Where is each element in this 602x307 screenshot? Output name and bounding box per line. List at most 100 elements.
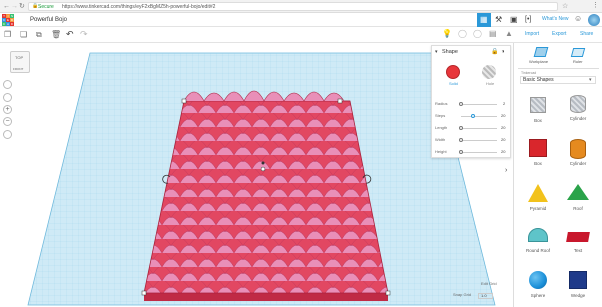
prop-value[interactable]: 20 bbox=[501, 138, 505, 142]
zoom-in-button[interactable]: + bbox=[3, 105, 12, 114]
url-field[interactable]: 🔒 Secure https://www.tinkercad.com/thing… bbox=[28, 2, 558, 11]
round-roof-icon bbox=[528, 228, 548, 242]
perspective-button[interactable] bbox=[3, 130, 12, 139]
back-icon[interactable]: ← bbox=[3, 3, 10, 10]
browser-address-bar: ← → ↻ 🔒 Secure https://www.tinkercad.com… bbox=[0, 0, 602, 13]
shape-cylinder[interactable]: Cylinder bbox=[558, 139, 598, 167]
shape-round-roof[interactable]: Round Roof bbox=[518, 228, 558, 254]
category-value: Basic Shapes bbox=[523, 77, 554, 83]
shape-label: Box bbox=[534, 161, 542, 166]
copy-icon[interactable]: ❐ bbox=[4, 31, 11, 39]
group-icon[interactable]: ◯ bbox=[458, 30, 467, 38]
collapse-sidebar-chevron-icon[interactable]: › bbox=[505, 167, 507, 174]
ruler-tool[interactable]: Ruler bbox=[564, 45, 594, 67]
light-bulb-icon[interactable]: 💡 bbox=[442, 30, 452, 38]
roof-icon bbox=[567, 184, 589, 200]
workplane-canvas[interactable]: TOP FRONT + − ▾ Shape 🔒 ◑ Solid Hole Rad… bbox=[0, 43, 513, 307]
shape-cylinder-hole[interactable]: Cylinder bbox=[558, 95, 598, 122]
category-header: Tinkercad bbox=[521, 71, 537, 75]
undo-icon[interactable]: ↶ bbox=[66, 30, 74, 39]
view-cube-front-label: FRONT bbox=[13, 67, 24, 71]
align-icon[interactable]: ▤ bbox=[489, 30, 497, 38]
length-slider[interactable] bbox=[461, 128, 497, 129]
add-user-icon[interactable]: ☺ bbox=[574, 15, 582, 23]
shape-roof[interactable]: Roof bbox=[558, 184, 598, 212]
redo-icon[interactable]: ↷ bbox=[80, 30, 88, 39]
forward-icon[interactable]: → bbox=[11, 3, 18, 10]
category-select[interactable]: Basic Shapes ▾ bbox=[520, 76, 596, 84]
secure-label: Secure bbox=[38, 4, 54, 10]
import-button[interactable]: Import bbox=[525, 32, 539, 37]
grid-view-button[interactable]: ▦ bbox=[477, 13, 491, 27]
export-button[interactable]: Export bbox=[552, 32, 566, 37]
share-button[interactable]: Share bbox=[580, 32, 593, 37]
shape-label: Round Roof bbox=[525, 248, 551, 253]
mirror-icon[interactable]: ▲ bbox=[505, 30, 513, 38]
pyramid-icon bbox=[528, 184, 548, 202]
category-divider bbox=[518, 68, 599, 69]
whats-new-link[interactable]: What's New bbox=[542, 17, 569, 22]
prop-row-radius: Radius 2 bbox=[435, 100, 509, 108]
workplane-tool[interactable]: Workplane bbox=[526, 45, 556, 67]
slider-handle[interactable] bbox=[459, 102, 463, 106]
briefcase-icon[interactable]: ▣ bbox=[510, 16, 518, 24]
slider-handle[interactable] bbox=[459, 150, 463, 154]
prop-value[interactable]: 2 bbox=[503, 102, 505, 106]
delete-icon[interactable]: 🗑 bbox=[51, 31, 61, 39]
view-cube[interactable]: TOP FRONT bbox=[10, 51, 30, 73]
shape-label: Sphere bbox=[530, 293, 546, 298]
solid-color-swatch[interactable] bbox=[446, 65, 460, 79]
zoom-out-button[interactable]: − bbox=[3, 117, 12, 126]
shape-label: Pyramid bbox=[529, 206, 547, 211]
edit-grid-button[interactable]: Edit Grid bbox=[481, 282, 497, 286]
fit-view-button[interactable] bbox=[3, 93, 12, 102]
hole-label: Hole bbox=[486, 81, 495, 86]
slider-handle[interactable] bbox=[459, 126, 463, 130]
code-blocks-icon[interactable]: [•] bbox=[525, 16, 531, 23]
tinkercad-logo[interactable]: T I N K E R C A D bbox=[2, 14, 14, 26]
scaled-shape[interactable] bbox=[143, 90, 389, 301]
width-slider[interactable] bbox=[461, 140, 497, 141]
reload-icon[interactable]: ↻ bbox=[19, 3, 25, 10]
paste-icon[interactable]: ❏ bbox=[20, 31, 27, 39]
shape-pyramid[interactable]: Pyramid bbox=[518, 184, 558, 212]
prop-row-width: Width 20 bbox=[435, 136, 509, 144]
shape-sphere[interactable]: Sphere bbox=[518, 271, 558, 299]
shape-text[interactable]: Text bbox=[558, 228, 598, 254]
snap-grid-select[interactable]: 1.0 bbox=[478, 293, 493, 299]
shape-box-hole[interactable]: Box bbox=[518, 95, 558, 124]
radius-slider[interactable] bbox=[461, 104, 497, 105]
prop-value[interactable]: 20 bbox=[501, 126, 505, 130]
ungroup-icon[interactable]: ◯ bbox=[473, 30, 482, 38]
snap-grid-label: Snap Grid bbox=[453, 292, 472, 297]
height-slider[interactable] bbox=[461, 152, 497, 153]
url-text: https://www.tinkercad.com/things/eyF2xBg… bbox=[62, 4, 216, 10]
design-title[interactable]: Powerful Bojo bbox=[30, 17, 67, 23]
slider-handle[interactable] bbox=[459, 138, 463, 142]
prop-value[interactable]: 20 bbox=[501, 150, 505, 154]
shape-label: Wedge bbox=[570, 293, 586, 298]
shape-box[interactable]: Box bbox=[518, 139, 558, 167]
hammer-icon[interactable]: ⚒ bbox=[495, 16, 502, 24]
star-icon[interactable]: ☆ bbox=[562, 3, 568, 10]
home-view-button[interactable] bbox=[3, 80, 12, 89]
steps-slider[interactable] bbox=[461, 116, 497, 117]
box-icon bbox=[529, 139, 547, 157]
wedge-icon bbox=[569, 271, 587, 289]
light-bulb-icon[interactable]: ◑ bbox=[501, 49, 505, 55]
duplicate-icon[interactable]: ⧉ bbox=[36, 31, 42, 39]
hole-swatch[interactable] bbox=[482, 65, 496, 79]
menu-icon[interactable]: ⋮ bbox=[592, 2, 599, 9]
collapse-chevron-icon[interactable]: ▾ bbox=[435, 50, 438, 55]
lock-shape-icon[interactable]: 🔒 bbox=[491, 49, 498, 55]
cylinder-hole-icon bbox=[570, 95, 586, 113]
workplane-icon bbox=[533, 47, 549, 57]
prop-value[interactable]: 20 bbox=[501, 114, 505, 118]
workplane-label: Workplane bbox=[529, 59, 549, 64]
shape-wedge[interactable]: Wedge bbox=[558, 271, 598, 299]
avatar[interactable] bbox=[588, 14, 600, 26]
slider-handle[interactable] bbox=[471, 114, 475, 118]
prop-label: Width bbox=[435, 137, 446, 142]
shape-inspector: ▾ Shape 🔒 ◑ Solid Hole Radius 2 Steps 20… bbox=[431, 45, 511, 158]
logo-cell: D bbox=[10, 22, 14, 26]
